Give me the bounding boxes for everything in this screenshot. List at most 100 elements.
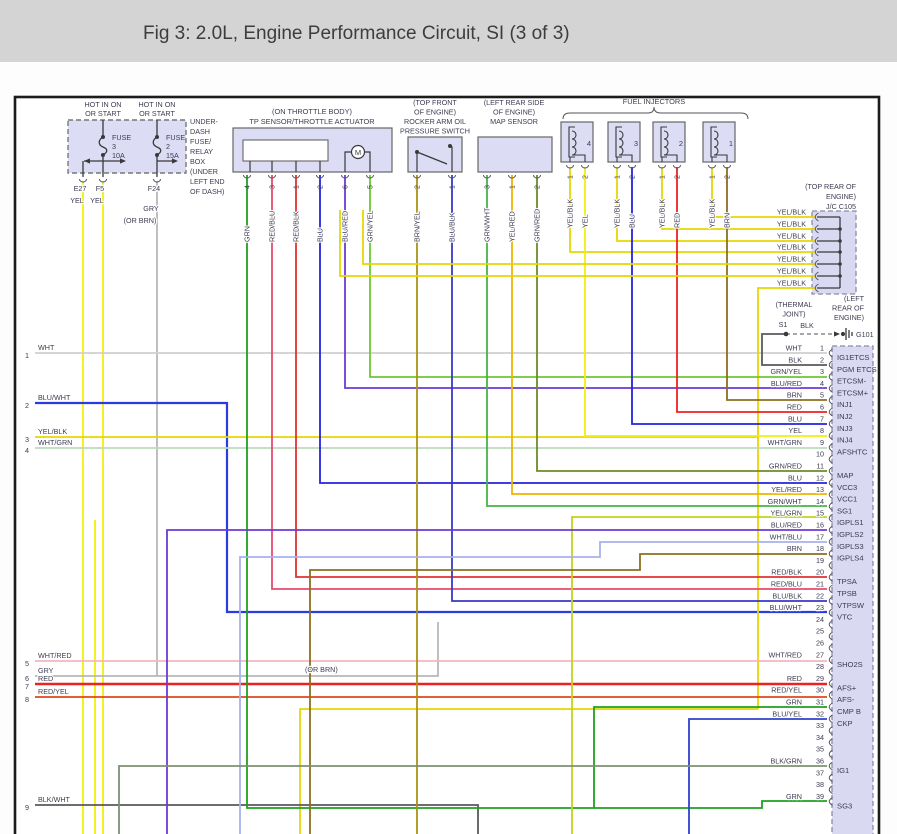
ecm-pin-number: 29 bbox=[816, 674, 824, 683]
injector-wire-color: BRN bbox=[723, 213, 732, 228]
ecm-wire-color: WHT bbox=[786, 344, 803, 353]
injector-wire-color: YEL bbox=[581, 214, 590, 228]
ecm-wire-color: GRN bbox=[786, 698, 802, 707]
ecm-wire-color: WHT/BLU bbox=[770, 532, 802, 541]
injector-pin-number: 2 bbox=[675, 175, 682, 179]
ecm-pin-label: SG1 bbox=[837, 506, 852, 515]
fuse-box-side-label: OF DASH) bbox=[190, 187, 224, 196]
left-row-wire-color: WHT/GRN bbox=[38, 438, 72, 447]
ecm-wire-color: RED/YEL bbox=[771, 686, 802, 695]
ecm-pin-number: 26 bbox=[816, 639, 824, 648]
tb-pin-number: 3 bbox=[270, 185, 277, 189]
injector-number: 2 bbox=[679, 139, 683, 148]
g101-location-label: (LEFT bbox=[844, 294, 865, 303]
ecm-wire-color: RED/BLU bbox=[771, 580, 802, 589]
fuse-pin-name: E27 bbox=[74, 184, 87, 193]
junction-dot bbox=[838, 227, 842, 231]
ecm-wire-color: GRN bbox=[786, 792, 802, 801]
tb-wire-color: RED/BLK bbox=[292, 211, 301, 242]
jc-wire-color: YEL/BLK bbox=[777, 255, 806, 264]
fuse-wire-color: GRY bbox=[143, 204, 159, 213]
ecm-wire-color: BRN bbox=[787, 544, 802, 553]
ecm-wire-color: YEL/RED bbox=[771, 485, 802, 494]
ecm-pin-number: 37 bbox=[816, 768, 824, 777]
fuse-box-side-label: FUSE/ bbox=[190, 137, 211, 146]
ecm-pin-number: 13 bbox=[816, 485, 824, 494]
ecm-wire-color: BLK/GRN bbox=[770, 757, 802, 766]
ecm-pin-label: INJ4 bbox=[837, 436, 853, 445]
rocker-caption: (TOP FRONT bbox=[413, 98, 457, 107]
ecm-pin-label: SG3 bbox=[837, 801, 852, 810]
ecm-pin-number: 38 bbox=[816, 780, 824, 789]
hot-in-on-label: OR START bbox=[139, 109, 175, 118]
ecm-pin-number: 18 bbox=[816, 544, 824, 553]
injector-pin-number: 1 bbox=[568, 175, 575, 179]
figure-title-bar: Fig 3: 2.0L, Engine Performance Circuit,… bbox=[0, 0, 897, 62]
ecm-wire-color: WHT/GRN bbox=[768, 438, 802, 447]
ecm-pin-number: 25 bbox=[816, 627, 824, 636]
screenshot-stage: M 4 3 2 1 FUSE 3 10A FUSE 2 15A HOT IN ON OR START HO… bbox=[0, 0, 897, 834]
tb-pin-number: 4 bbox=[245, 185, 252, 189]
ecm-pin-number: 1 bbox=[820, 344, 824, 353]
ecm-wire-color: BLU bbox=[788, 473, 802, 482]
junction-dot bbox=[838, 274, 842, 278]
jc-wire-color: YEL/BLK bbox=[777, 220, 806, 229]
junction-caption: J/C C105 bbox=[826, 202, 856, 211]
ecm-pin-label: IGPLS2 bbox=[837, 530, 864, 539]
ecm-pin-label: CMP B bbox=[837, 707, 861, 716]
ecm-pin-label: INJ3 bbox=[837, 424, 853, 433]
injector-pin-number: 1 bbox=[660, 175, 667, 179]
jc-wire-color: YEL/BLK bbox=[777, 208, 806, 217]
throttle-caption: TP SENSOR/THROTTLE ACTUATOR bbox=[249, 117, 374, 126]
s1-label: S1 bbox=[779, 320, 788, 329]
junction-dot bbox=[838, 262, 842, 266]
ecm-pin-label: ETCSM- bbox=[837, 377, 867, 386]
ecm-pin-number: 39 bbox=[816, 792, 824, 801]
ecm-pin-number: 36 bbox=[816, 757, 824, 766]
ecm-pin-number: 14 bbox=[816, 497, 824, 506]
map-sensor-box bbox=[477, 136, 553, 173]
blk-label: BLK bbox=[800, 321, 814, 330]
fuse-wire-note: (OR BRN) bbox=[124, 216, 157, 225]
ecm-wire-color: YEL/GRN bbox=[770, 509, 802, 518]
fuse-wire-color: YEL bbox=[90, 196, 104, 205]
rocker-caption: PRESSURE SWITCH bbox=[400, 127, 470, 136]
ecm-wire-color: GRN/YEL bbox=[770, 367, 802, 376]
left-row-number: 5 bbox=[25, 659, 29, 668]
junction-dot bbox=[448, 144, 452, 148]
fuse-box-side-label: DASH bbox=[190, 127, 210, 136]
thermal-joint-label: JOINT) bbox=[782, 310, 805, 319]
ecm-pin-number: 2 bbox=[820, 355, 824, 364]
left-row-number: 2 bbox=[25, 401, 29, 410]
ecm-pin-label: IGPLS3 bbox=[837, 542, 864, 551]
ecm-pin-label: TPSA bbox=[837, 577, 858, 586]
thermal-joint-label: (THERMAL bbox=[776, 300, 813, 309]
left-row-wire-color: WHT/RED bbox=[38, 651, 72, 660]
ecm-pin-label: IGPLS1 bbox=[837, 518, 864, 527]
tb-pin-number: 2 bbox=[318, 185, 325, 189]
ecm-pin-label: CKP bbox=[837, 719, 853, 728]
ecm-wire-color: GRN/RED bbox=[769, 462, 802, 471]
rocker-caption: ROCKER ARM OIL bbox=[404, 117, 466, 126]
figure-title: Fig 3: 2.0L, Engine Performance Circuit,… bbox=[143, 23, 570, 44]
tb-wire-color: GRN/YEL bbox=[366, 210, 375, 242]
ecm-pin-label: SHO2S bbox=[837, 660, 863, 669]
junction-dot bbox=[838, 250, 842, 254]
tb-pin-number: 6 bbox=[343, 185, 350, 189]
left-row-wire-color: BLK/WHT bbox=[38, 795, 71, 804]
injector-pin-number: 1 bbox=[615, 175, 622, 179]
ecm-pin-number: 5 bbox=[820, 391, 824, 400]
junction-dot bbox=[783, 331, 789, 337]
fuse-box-side-label: RELAY bbox=[190, 147, 213, 156]
ecm-pin-number: 32 bbox=[816, 709, 824, 718]
tb-wire-color: GRN bbox=[243, 226, 252, 242]
left-row-note: (OR BRN) bbox=[305, 665, 338, 674]
left-row-wire-color: RED/YEL bbox=[38, 687, 69, 696]
tb-pin-number: 1 bbox=[294, 185, 301, 189]
tp-sensor-inner-box bbox=[242, 139, 329, 162]
injector-wire-color: YEL/BLK bbox=[566, 199, 575, 228]
hot-in-on-label: OR START bbox=[85, 109, 121, 118]
injector-wire-color: YEL/BLK bbox=[658, 199, 667, 228]
left-row-wire-color: BLU/WHT bbox=[38, 393, 71, 402]
ecm-pin-label: INJ2 bbox=[837, 412, 853, 421]
